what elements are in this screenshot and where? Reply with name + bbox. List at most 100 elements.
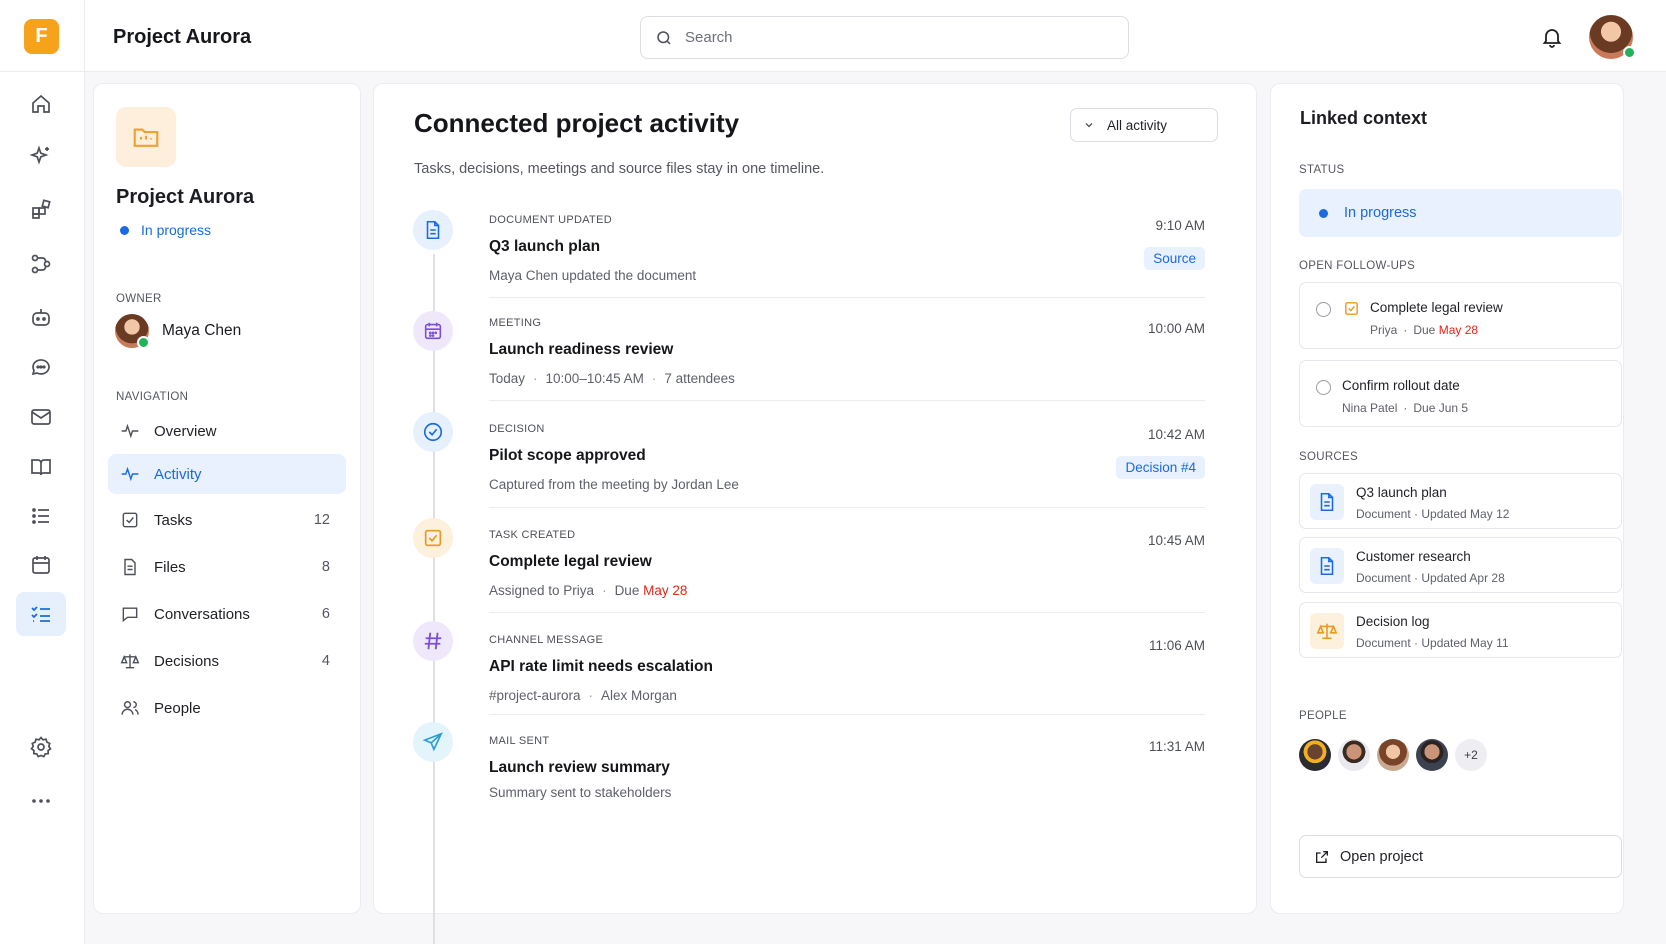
list-icon[interactable] — [27, 502, 55, 530]
search-bar[interactable] — [640, 16, 1129, 59]
followup-radio[interactable] — [1316, 380, 1331, 395]
file-icon — [124, 558, 136, 576]
status-text: In progress — [141, 222, 212, 238]
context-title: Linked context — [1300, 108, 1428, 128]
nav-item-tasks[interactable]: Tasks 12 — [108, 500, 346, 540]
task-checkbox-icon — [413, 518, 453, 558]
activity-event[interactable]: MEETING Launch readiness review Today · 1… — [489, 317, 1205, 386]
nav-count: 4 — [321, 653, 330, 669]
activity-event[interactable]: DECISION Pilot scope approved Captured f… — [489, 423, 1205, 492]
nav-label: Activity — [154, 465, 202, 483]
nav-label: Tasks — [154, 511, 193, 529]
send-icon — [413, 722, 453, 762]
owner-label: OWNER — [116, 293, 162, 305]
page-title: Connected project activity — [414, 108, 740, 138]
source-item[interactable]: Q3 launch plan Document · Updated May 12 — [1299, 473, 1622, 529]
sparkle-icon[interactable] — [27, 142, 55, 170]
nav-label: People — [154, 699, 201, 717]
avatar[interactable] — [1299, 739, 1331, 771]
followup-item[interactable]: Confirm rollout date Nina Patel · Due Jun… — [1299, 360, 1622, 427]
source-title: Q3 launch plan — [1356, 485, 1447, 500]
hashtag-icon — [413, 621, 453, 661]
event-type: MEETING — [489, 317, 542, 329]
nav-count: 12 — [313, 512, 330, 528]
checkbox-icon — [122, 512, 138, 528]
more-icon[interactable] — [27, 787, 55, 815]
event-type: DECISION — [489, 423, 545, 435]
event-time: 11:06 AM — [1148, 638, 1205, 653]
event-type: TASK CREATED — [489, 529, 576, 541]
followup-title: Complete legal review — [1370, 300, 1503, 315]
event-type: DOCUMENT UPDATED — [489, 214, 612, 226]
notification-bell-icon[interactable] — [1540, 25, 1564, 49]
activity-event[interactable]: MAIL SENT Launch review summary Summary … — [489, 735, 1205, 800]
apps-icon[interactable] — [27, 196, 55, 224]
activity-event[interactable]: TASK CREATED Complete legal review Assig… — [489, 529, 1205, 598]
event-title: Launch readiness review — [489, 341, 674, 358]
followups-label: OPEN FOLLOW-UPS — [1299, 260, 1416, 272]
book-icon[interactable] — [27, 453, 55, 481]
app-title: Project Aurora — [113, 26, 252, 48]
event-meta: Assigned to Priya · Due May 28 — [489, 583, 688, 598]
event-type: MAIL SENT — [489, 735, 550, 747]
activity-event[interactable]: DOCUMENT UPDATED Q3 launch plan Maya Che… — [489, 214, 1205, 283]
calendar-icon — [413, 311, 453, 351]
divider — [489, 714, 1205, 715]
status-dot — [1319, 208, 1328, 218]
sources-label: SOURCES — [1299, 451, 1358, 463]
document-icon — [1310, 484, 1344, 520]
nav-item-conversations[interactable]: Conversations 6 — [108, 594, 346, 634]
event-meta: #project-aurora · Alex Morgan — [489, 688, 677, 703]
divider — [489, 297, 1205, 298]
avatar[interactable] — [1416, 739, 1448, 771]
avatar[interactable] — [1338, 739, 1370, 771]
workflow-icon[interactable] — [27, 250, 55, 278]
owner[interactable]: Maya Chen — [115, 314, 241, 349]
source-meta: Document · Updated May 11 — [1356, 636, 1509, 650]
project-status: In progress — [120, 222, 211, 238]
open-project-label: Open project — [1340, 848, 1424, 865]
activity-filter-dropdown[interactable]: All activity — [1070, 108, 1218, 142]
followup-title: Confirm rollout date — [1342, 378, 1460, 393]
more-people-count[interactable]: +2 — [1455, 739, 1487, 771]
people-list: +2 — [1299, 739, 1487, 771]
home-icon[interactable] — [27, 90, 55, 118]
divider — [489, 612, 1205, 613]
decision-tag[interactable]: Decision #4 — [1116, 456, 1205, 479]
source-tag[interactable]: Source — [1144, 247, 1205, 270]
mail-icon[interactable] — [27, 403, 55, 431]
nav-item-files[interactable]: Files 8 — [108, 547, 346, 587]
event-meta: Today · 10:00–10:45 AM · 7 attendees — [489, 371, 735, 386]
source-item[interactable]: Customer research Document · Updated Apr… — [1299, 537, 1622, 593]
checklist-icon[interactable] — [16, 592, 66, 636]
navigation-label: NAVIGATION — [116, 391, 189, 403]
followup-item[interactable]: Complete legal review Priya · Due May 28 — [1299, 282, 1622, 349]
status-label: STATUS — [1299, 164, 1345, 176]
followup-radio[interactable] — [1316, 302, 1331, 317]
nav-item-people[interactable]: People — [108, 688, 346, 728]
chevron-down-icon — [1085, 123, 1093, 128]
status-pill[interactable]: In progress — [1299, 189, 1622, 237]
calendar-icon[interactable] — [27, 551, 55, 579]
nav-item-decisions[interactable]: Decisions 4 — [108, 641, 346, 681]
divider — [489, 507, 1205, 508]
app-logo[interactable]: F — [24, 19, 59, 54]
project-name: Project Aurora — [116, 186, 255, 208]
event-title: Q3 launch plan — [489, 238, 601, 255]
settings-icon[interactable] — [27, 733, 55, 761]
check-circle-icon — [413, 412, 453, 452]
source-title: Decision log — [1356, 614, 1430, 629]
nav-item-overview[interactable]: Overview — [108, 411, 346, 451]
nav-count: 8 — [321, 559, 330, 575]
bot-icon[interactable] — [27, 303, 55, 331]
people-label: PEOPLE — [1299, 710, 1347, 722]
avatar[interactable] — [1377, 739, 1409, 771]
nav-item-activity[interactable]: Activity — [108, 454, 346, 494]
source-item[interactable]: Decision log Document · Updated May 11 — [1299, 602, 1622, 658]
activity-event[interactable]: CHANNEL MESSAGE API rate limit needs esc… — [489, 634, 1205, 703]
search-input[interactable] — [685, 29, 1085, 46]
followup-meta: Priya · Due May 28 — [1370, 323, 1479, 337]
open-project-button[interactable]: Open project — [1299, 835, 1622, 878]
chat-icon[interactable] — [27, 353, 55, 381]
source-meta: Document · Updated May 12 — [1356, 507, 1510, 521]
